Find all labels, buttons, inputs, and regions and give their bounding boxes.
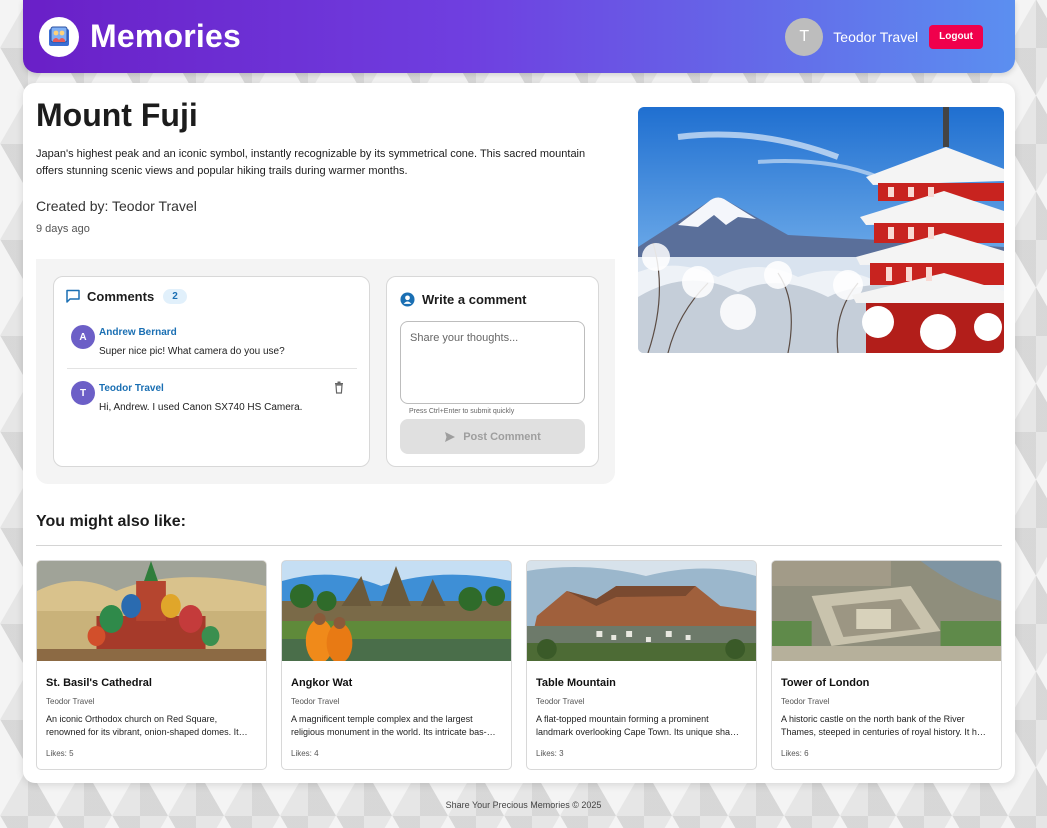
creator-label: Created by: Teodor Travel <box>36 198 197 214</box>
card-image <box>37 561 266 661</box>
logo[interactable] <box>39 16 79 57</box>
logout-button[interactable]: Logout <box>929 24 983 49</box>
comment-author[interactable]: Teodor Travel <box>99 383 164 394</box>
avatar: A <box>71 325 95 349</box>
comments-panel: Comments 2 A Andrew Bernard Super nice p… <box>53 276 370 467</box>
write-comment-title: Write a comment <box>422 292 527 307</box>
user-name: Teodor Travel <box>833 28 919 45</box>
related-card[interactable]: Table Mountain Teodor Travel A flat-topp… <box>526 560 757 770</box>
comment-text: Hi, Andrew. I used Canon SX740 HS Camera… <box>99 402 303 413</box>
memory-image <box>638 107 1004 353</box>
related-card[interactable]: Angkor Wat Teodor Travel A magnificent t… <box>281 560 512 770</box>
avatar: T <box>71 381 95 405</box>
card-author: Teodor Travel <box>781 697 830 706</box>
comment-item: T Teodor Travel Hi, Andrew. I used Canon… <box>67 375 357 425</box>
comment-input[interactable] <box>400 321 585 404</box>
trash-icon[interactable] <box>333 381 345 394</box>
comment-item: A Andrew Bernard Super nice pic! What ca… <box>67 319 357 369</box>
card-title: St. Basil's Cathedral <box>46 677 152 689</box>
user-circle-icon <box>400 292 415 307</box>
page-title: Mount Fuji <box>36 97 198 133</box>
card-image <box>282 561 511 661</box>
card-description: A historic castle on the north bank of t… <box>781 714 986 737</box>
submit-hint: Press Ctrl+Enter to submit quickly <box>409 408 515 415</box>
card-image <box>527 561 756 661</box>
card-author: Teodor Travel <box>536 697 585 706</box>
send-icon <box>445 431 456 442</box>
memory-description: Japan's highest peak and an iconic symbo… <box>36 148 586 177</box>
related-cards: St. Basil's Cathedral Teodor Travel An i… <box>36 560 1002 770</box>
related-card[interactable]: St. Basil's Cathedral Teodor Travel An i… <box>36 560 267 770</box>
card-image <box>772 561 1001 661</box>
card-description: A magnificent temple complex and the lar… <box>291 714 496 737</box>
avatar[interactable]: T <box>785 17 824 56</box>
card-description: An iconic Orthodox church on Red Square,… <box>46 714 248 737</box>
card-author: Teodor Travel <box>291 697 340 706</box>
card-likes: Likes: 5 <box>46 749 74 758</box>
post-comment-label: Post Comment <box>463 430 541 443</box>
related-heading: You might also like: <box>36 513 186 530</box>
card-title: Table Mountain <box>536 677 616 689</box>
card-description: A flat-topped mountain forming a promine… <box>536 714 739 737</box>
card-likes: Likes: 3 <box>536 749 564 758</box>
card-author: Teodor Travel <box>46 697 95 706</box>
comments-section: Comments 2 A Andrew Bernard Super nice p… <box>36 259 615 484</box>
footer-text: Share Your Precious Memories © 2025 <box>445 800 602 810</box>
card-title: Tower of London <box>781 677 870 689</box>
memory-detail-card: Mount Fuji Japan's highest peak and an i… <box>23 83 1015 783</box>
card-title: Angkor Wat <box>291 677 353 689</box>
card-likes: Likes: 4 <box>291 749 319 758</box>
related-card[interactable]: Tower of London Teodor Travel A historic… <box>771 560 1002 770</box>
comment-icon <box>66 289 80 303</box>
divider <box>36 545 1002 546</box>
comment-author[interactable]: Andrew Bernard <box>99 327 177 338</box>
post-comment-button[interactable]: Post Comment <box>400 419 585 454</box>
comments-title: Comments <box>87 288 155 304</box>
photo-album-icon <box>49 26 69 46</box>
app-header: Memories T Teodor Travel Logout <box>23 0 1015 73</box>
comment-count-badge: 2 <box>163 288 187 304</box>
timestamp: 9 days ago <box>36 223 90 235</box>
brand-title[interactable]: Memories <box>90 18 241 55</box>
comment-text: Super nice pic! What camera do you use? <box>99 346 285 357</box>
write-comment-panel: Write a comment Press Ctrl+Enter to subm… <box>386 276 599 467</box>
card-likes: Likes: 6 <box>781 749 809 758</box>
